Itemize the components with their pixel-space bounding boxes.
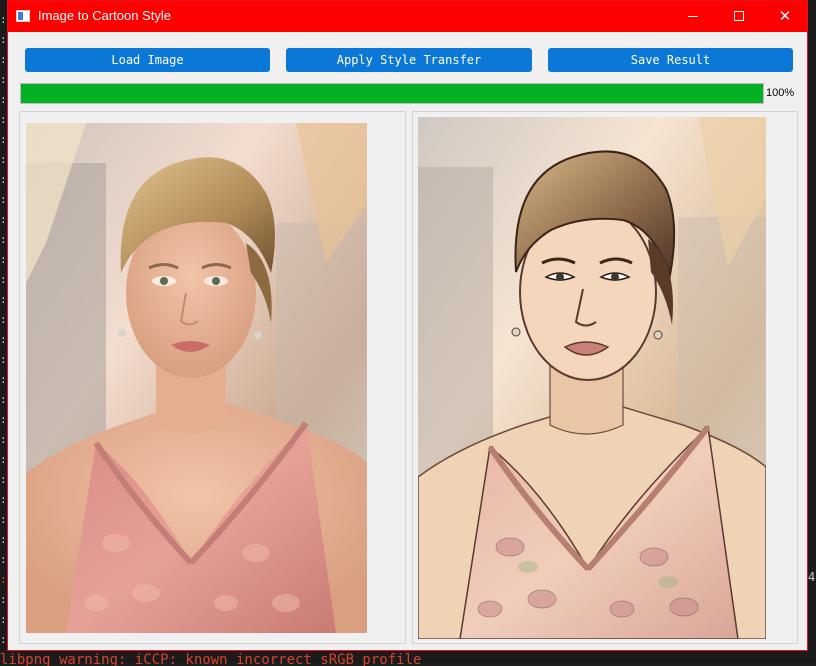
- original-image-panel: [19, 111, 406, 644]
- cartoon-portrait-image: [418, 117, 766, 639]
- apply-style-transfer-button[interactable]: Apply Style Transfer: [286, 48, 532, 72]
- original-portrait-image: [26, 123, 367, 633]
- title-bar[interactable]: Image to Cartoon Style ✕: [8, 1, 807, 32]
- app-icon: [16, 10, 30, 22]
- close-icon[interactable]: ✕: [762, 1, 808, 32]
- terminal-warning-line: libpng warning: iCCP: known incorrect sR…: [0, 652, 422, 666]
- cartoon-image-panel: [412, 111, 798, 644]
- progress-percent-label: 100%: [766, 87, 795, 99]
- terminal-right-char: 4: [808, 570, 816, 584]
- load-image-button[interactable]: Load Image: [25, 48, 270, 72]
- save-result-button[interactable]: Save Result: [548, 48, 793, 72]
- progress-bar-fill: [21, 84, 763, 103]
- progress-bar: [20, 83, 764, 104]
- app-window: Image to Cartoon Style ✕ Load Image Appl…: [7, 0, 808, 651]
- window-title: Image to Cartoon Style: [38, 8, 171, 23]
- minimize-icon[interactable]: [670, 1, 716, 32]
- maximize-icon[interactable]: [716, 1, 762, 32]
